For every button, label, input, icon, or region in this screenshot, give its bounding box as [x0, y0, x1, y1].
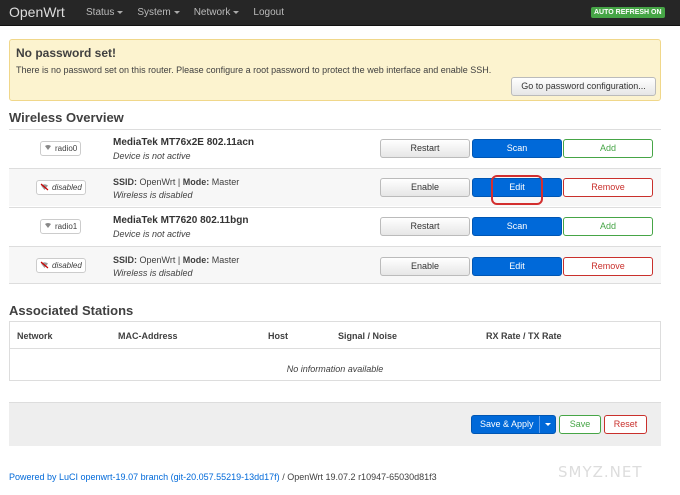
watermark-logo: SMYZ.NET — [558, 463, 643, 481]
wifi-icon — [44, 222, 52, 231]
menu-network-label: Network — [193, 7, 231, 18]
scan-button[interactable]: Scan — [472, 139, 562, 158]
mode-label: Mode: — [182, 177, 210, 187]
ssid-value: OpenWrt — [139, 255, 176, 265]
device-status: Device is not active — [113, 151, 191, 161]
menu-logout[interactable]: Logout — [253, 7, 284, 18]
wifi-off-icon — [40, 183, 49, 193]
disabled-badge[interactable]: disabled — [36, 180, 86, 195]
associated-stations-table: Network MAC-Address Host Signal / Noise … — [9, 321, 661, 381]
wifi-off-icon — [40, 261, 49, 271]
ssid-label: SSID: — [113, 177, 138, 187]
save-apply-button[interactable]: Save & Apply — [471, 415, 556, 434]
ssid-mode-line: SSID: OpenWrt | Mode: Master — [113, 255, 239, 265]
chevron-down-icon — [173, 11, 180, 14]
menu-logout-label: Logout — [253, 7, 284, 18]
mode-value: Master — [211, 255, 240, 265]
col-host: Host — [268, 331, 288, 341]
ssid-label: SSID: — [113, 255, 138, 265]
network-status: Wireless is disabled — [113, 190, 193, 200]
table-header: Network MAC-Address Host Signal / Noise … — [10, 322, 660, 349]
menu-status[interactable]: Status — [86, 7, 124, 18]
col-network: Network — [17, 331, 53, 341]
add-button[interactable]: Add — [563, 139, 653, 158]
radio-badge-label: radio0 — [55, 144, 78, 153]
enable-button[interactable]: Enable — [380, 257, 470, 276]
edit-button[interactable]: Edit — [472, 257, 562, 276]
save-button[interactable]: Save — [559, 415, 601, 434]
footer-version: / OpenWrt 19.07.2 r10947-65030d81f3 — [279, 472, 437, 482]
device-status: Device is not active — [113, 229, 191, 239]
menu-system-label: System — [137, 7, 171, 18]
menu-network[interactable]: Network — [194, 7, 240, 18]
mode-value: Master — [211, 177, 240, 187]
split-divider — [539, 416, 540, 433]
col-signal-noise: Signal / Noise — [338, 331, 398, 341]
menu-status-label: Status — [86, 7, 115, 18]
disabled-badge-label: disabled — [52, 183, 82, 192]
edit-highlight-annotation — [491, 175, 543, 205]
empty-message: No information available — [286, 364, 384, 374]
disabled-badge-label: disabled — [52, 261, 82, 270]
col-mac-address: MAC-Address — [118, 331, 178, 341]
save-apply-label: Save & Apply — [480, 419, 534, 429]
password-config-button[interactable]: Go to password configuration... — [511, 77, 656, 96]
remove-button[interactable]: Remove — [563, 257, 653, 276]
luci-link[interactable]: Powered by LuCI openwrt-19.07 branch (gi… — [9, 472, 280, 482]
chevron-down-icon — [233, 11, 240, 14]
mode-label: Mode: — [182, 255, 210, 265]
page-footer: Powered by LuCI openwrt-19.07 branch (gi… — [9, 472, 437, 482]
separator: | — [177, 255, 181, 265]
enable-button[interactable]: Enable — [380, 178, 470, 197]
ssid-mode-line: SSID: OpenWrt | Mode: Master — [113, 177, 239, 187]
caret-down-icon[interactable] — [545, 423, 551, 426]
wireless-overview-heading: Wireless Overview — [9, 110, 124, 125]
brand-logo[interactable]: OpenWrt — [9, 4, 65, 20]
menu-system[interactable]: System — [137, 7, 180, 18]
restart-button[interactable]: Restart — [380, 139, 470, 158]
radio-badge[interactable]: radio0 — [40, 141, 82, 156]
separator: | — [177, 177, 181, 187]
chevron-down-icon — [117, 11, 124, 14]
radio-badge-label: radio1 — [55, 222, 78, 231]
remove-button[interactable]: Remove — [563, 178, 653, 197]
wifi-icon — [44, 144, 52, 153]
scan-button[interactable]: Scan — [472, 217, 562, 236]
radio-badge[interactable]: radio1 — [40, 219, 82, 234]
col-rx-tx-rate: RX Rate / TX Rate — [486, 331, 562, 341]
add-button[interactable]: Add — [563, 217, 653, 236]
device-title: MediaTek MT76x2E 802.11acn — [113, 137, 255, 148]
auto-refresh-badge[interactable]: AUTO REFRESH ON — [591, 7, 665, 18]
disabled-badge[interactable]: disabled — [36, 258, 86, 273]
top-navbar: OpenWrt Status System Network Logout AUT… — [0, 0, 680, 26]
alert-message: There is no password set on this router.… — [16, 65, 492, 75]
main-menu: Status System Network Logout — [86, 7, 298, 18]
device-title: MediaTek MT7620 802.11bgn — [113, 215, 249, 226]
associated-stations-heading: Associated Stations — [9, 303, 134, 318]
ssid-value: OpenWrt — [139, 177, 176, 187]
reset-button[interactable]: Reset — [604, 415, 647, 434]
alert-title: No password set! — [16, 46, 117, 60]
restart-button[interactable]: Restart — [380, 217, 470, 236]
network-status: Wireless is disabled — [113, 268, 193, 278]
